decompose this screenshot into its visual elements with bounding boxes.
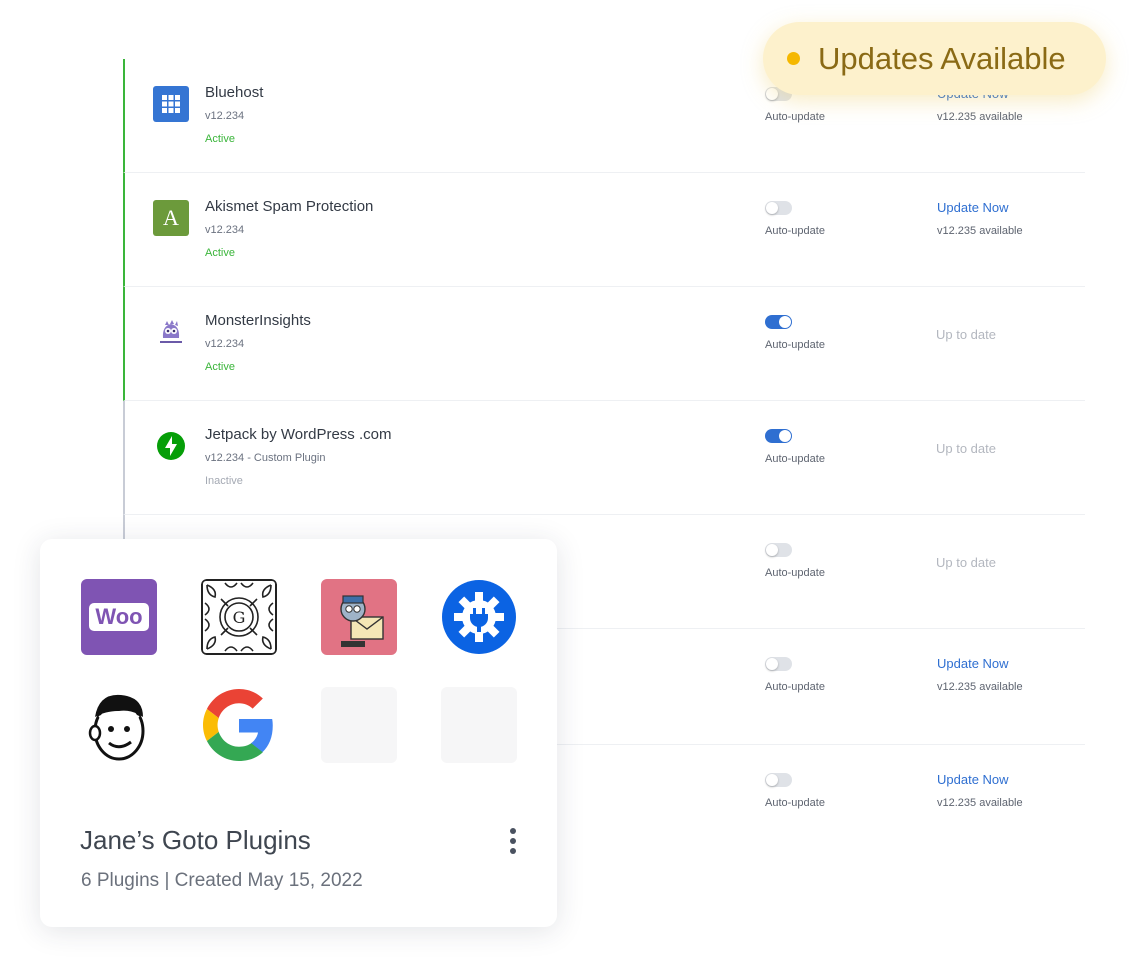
collection-meta: 6 Plugins | Created May 15, 2022 [81, 870, 363, 891]
auto-update-label: Auto-update [765, 567, 825, 579]
auto-update-toggle[interactable] [765, 773, 792, 787]
plugin-name: Jetpack by WordPress .com [205, 426, 392, 443]
status-dot-icon [787, 52, 800, 65]
update-now-link[interactable]: Update Now [937, 200, 1009, 215]
plugin-status: Active [205, 361, 235, 373]
available-version: v12.235 available [937, 797, 1023, 809]
collection-title: Jane’s Goto Plugins [80, 825, 311, 855]
plugin-version: v12.234 - Custom Plugin [205, 452, 326, 464]
woocommerce-icon: Woo [81, 579, 157, 655]
auto-update-label: Auto-update [765, 797, 825, 809]
akismet-letter: A [163, 205, 179, 230]
mailchimp-icon [81, 687, 157, 763]
badge-label: Updates Available [818, 40, 1066, 76]
plugin-row-jetpack: Jetpack by WordPress .com v12.234 - Cust… [123, 401, 1085, 515]
more-options-kebab-icon[interactable] [502, 828, 524, 858]
auto-update-toggle[interactable] [765, 657, 792, 671]
available-version: v12.235 available [937, 681, 1023, 693]
auto-update-toggle[interactable] [765, 543, 792, 557]
up-to-date-text: Up to date [936, 327, 996, 342]
google-icon [201, 687, 277, 763]
auto-update-label: Auto-update [765, 339, 825, 351]
plugin-name: Akismet Spam Protection [205, 198, 374, 215]
auto-update-label: Auto-update [765, 111, 825, 123]
woo-wordmark: Woo [89, 603, 149, 631]
available-version: v12.235 available [937, 225, 1023, 237]
auto-update-label: Auto-update [765, 681, 825, 693]
plugin-gear-icon [441, 579, 517, 655]
updates-available-badge: Updates Available [763, 22, 1106, 95]
auto-update-label: Auto-update [765, 225, 825, 237]
gutenberg-icon: G [201, 579, 277, 655]
plugin-version: v12.234 [205, 224, 245, 236]
monsterinsights-icon [153, 314, 189, 350]
plugin-status: Inactive [205, 475, 243, 487]
akismet-a-icon: A [153, 200, 189, 236]
auto-update-toggle[interactable] [765, 429, 792, 443]
plugin-version: v12.234 [205, 110, 245, 122]
plugin-name: Bluehost [205, 84, 264, 101]
bluehost-grid-icon [153, 86, 189, 122]
up-to-date-text: Up to date [936, 555, 996, 570]
jetpack-bolt-icon [153, 428, 189, 464]
plugin-row-monsterinsights: MonsterInsights v12.234 Active Auto-upda… [123, 287, 1085, 401]
plugin-version: v12.234 [205, 338, 245, 350]
empty-plugin-slot [321, 687, 397, 763]
optinmonster-mail-icon [321, 579, 397, 655]
plugin-status: Active [205, 247, 235, 259]
auto-update-label: Auto-update [765, 453, 825, 465]
plugin-name: MonsterInsights [205, 312, 311, 329]
gutenberg-letter: G [233, 608, 246, 627]
auto-update-toggle[interactable] [765, 315, 792, 329]
plugin-status: Active [205, 133, 235, 145]
plugin-collection-card[interactable]: Woo G Jane’s Goto Plugins 6 Plugins | Cr… [40, 539, 557, 927]
update-now-link[interactable]: Update Now [937, 772, 1009, 787]
up-to-date-text: Up to date [936, 441, 996, 456]
empty-plugin-slot [441, 687, 517, 763]
auto-update-toggle[interactable] [765, 201, 792, 215]
available-version: v12.235 available [937, 111, 1023, 123]
plugin-row-akismet: A Akismet Spam Protection v12.234 Active… [123, 173, 1085, 287]
update-now-link[interactable]: Update Now [937, 656, 1009, 671]
